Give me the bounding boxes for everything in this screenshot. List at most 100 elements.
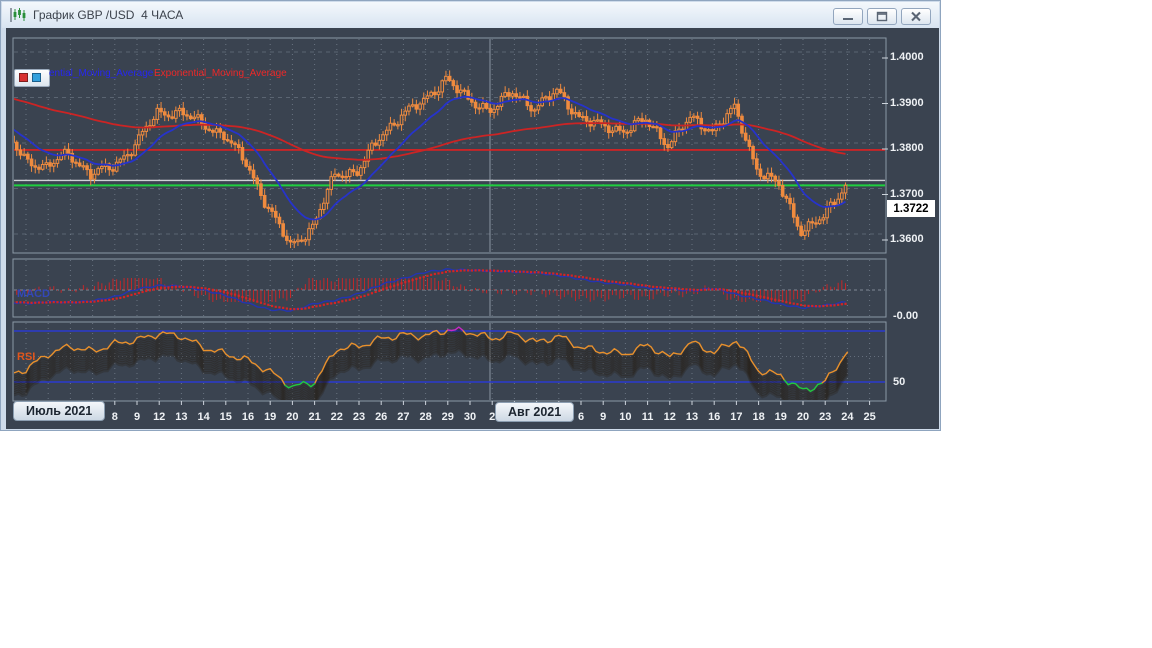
candle bbox=[425, 95, 430, 100]
candle bbox=[710, 129, 715, 132]
macd-signal-dot bbox=[333, 301, 337, 305]
restore-button[interactable] bbox=[867, 8, 897, 25]
macd-signal-dot bbox=[541, 271, 544, 274]
macd-signal-dot bbox=[677, 287, 681, 290]
macd-signal-dot bbox=[618, 281, 621, 284]
candle bbox=[259, 183, 263, 196]
macd-signal-dot bbox=[611, 280, 614, 283]
candle bbox=[155, 107, 160, 120]
macd-signal-dot bbox=[156, 287, 159, 290]
candle bbox=[788, 197, 792, 205]
macd-signal-dot bbox=[322, 303, 325, 306]
macd-signal-dot bbox=[585, 276, 588, 279]
window-title: График GBP /USD 4 ЧАСА bbox=[33, 8, 184, 22]
macd-signal-dot bbox=[289, 307, 292, 311]
candle bbox=[270, 207, 274, 212]
macd-axis-value: -0.00 bbox=[893, 310, 919, 322]
candle bbox=[514, 93, 519, 98]
macd-signal-dot bbox=[792, 302, 795, 305]
macd-signal-dot bbox=[211, 288, 214, 291]
macd-signal-dot bbox=[489, 269, 492, 272]
candle bbox=[614, 125, 618, 132]
candle bbox=[322, 202, 326, 211]
candle bbox=[137, 134, 141, 146]
macd-signal-dot bbox=[696, 288, 699, 292]
macd-signal-dot bbox=[811, 304, 814, 308]
candle bbox=[481, 102, 485, 109]
candle bbox=[329, 176, 334, 190]
macd-signal-dot bbox=[167, 286, 170, 289]
macd-signal-dot bbox=[518, 270, 522, 273]
macd-signal-dot bbox=[463, 269, 466, 272]
date-tick-label: 23 bbox=[819, 411, 832, 423]
blue-swatch-button[interactable] bbox=[32, 73, 41, 82]
macd-signal-dot bbox=[330, 302, 333, 305]
macd-signal-dot bbox=[714, 288, 718, 291]
price-tick-label: 1.3800 bbox=[890, 142, 924, 154]
candle bbox=[555, 88, 559, 95]
candle bbox=[410, 104, 415, 107]
macd-signal-dot bbox=[581, 276, 584, 279]
candle bbox=[784, 195, 789, 199]
candle bbox=[111, 169, 115, 172]
macd-signal-dot bbox=[818, 305, 821, 308]
macd-signal-dot bbox=[574, 275, 577, 278]
macd-signal-dot bbox=[592, 278, 596, 281]
candle bbox=[544, 96, 548, 99]
macd-signal-dot bbox=[596, 278, 599, 281]
ma-color-toolbar[interactable] bbox=[14, 69, 50, 87]
candle bbox=[603, 123, 607, 127]
macd-signal-dot bbox=[370, 292, 374, 295]
macd-signal-dot bbox=[570, 274, 573, 277]
candle bbox=[621, 129, 626, 133]
macd-signal-dot bbox=[348, 298, 351, 301]
macd-signal-dot bbox=[363, 294, 366, 297]
macd-signal-dot bbox=[119, 296, 122, 300]
macd-signal-dot bbox=[807, 304, 810, 308]
macd-signal-dot bbox=[711, 288, 714, 291]
candle bbox=[77, 162, 82, 167]
macd-signal-dot bbox=[537, 271, 540, 274]
window-titlebar[interactable]: График GBP /USD 4 ЧАСА bbox=[2, 2, 939, 28]
candle bbox=[88, 169, 93, 180]
candle bbox=[521, 95, 526, 99]
macd-signal-dot bbox=[60, 301, 63, 304]
macd-signal-dot bbox=[707, 288, 710, 291]
fast-ema-legend-label: ential_Moving_Average bbox=[49, 68, 154, 79]
macd-signal-dot bbox=[552, 272, 555, 275]
month-button-july[interactable]: Июль 2021 bbox=[13, 401, 106, 421]
month-button-august[interactable]: Авг 2021 bbox=[495, 402, 575, 422]
macd-signal-dot bbox=[196, 286, 200, 289]
red-swatch-button[interactable] bbox=[19, 73, 28, 82]
chart-canvas[interactable] bbox=[1, 28, 940, 430]
candle bbox=[384, 129, 389, 136]
candle bbox=[174, 110, 178, 119]
macd-signal-dot bbox=[485, 269, 488, 272]
macd-signal-dot bbox=[304, 307, 307, 310]
close-button[interactable] bbox=[901, 8, 931, 25]
candle bbox=[347, 169, 352, 177]
macd-signal-dot bbox=[137, 291, 140, 295]
candle bbox=[758, 168, 763, 177]
candle bbox=[762, 175, 766, 180]
minimize-button[interactable] bbox=[833, 8, 863, 25]
candle bbox=[451, 80, 456, 87]
candle bbox=[396, 124, 400, 127]
candle bbox=[669, 141, 674, 149]
macd-signal-dot bbox=[426, 274, 429, 278]
candle bbox=[488, 107, 493, 113]
macd-signal-dot bbox=[45, 301, 48, 304]
candle bbox=[388, 122, 393, 131]
macd-signal-dot bbox=[415, 277, 418, 280]
macd-signal-dot bbox=[259, 301, 263, 304]
candle bbox=[37, 166, 41, 170]
macd-signal-dot bbox=[448, 270, 451, 273]
date-tick-label: 20 bbox=[796, 411, 810, 423]
date-tick-label: 14 bbox=[197, 411, 210, 423]
candle bbox=[229, 140, 234, 144]
macd-signal-dot bbox=[111, 298, 115, 301]
chart-client-area[interactable]: ential_Moving_Average Exponential_Moving… bbox=[1, 28, 940, 430]
candle bbox=[595, 119, 600, 122]
macd-signal-dot bbox=[270, 304, 274, 308]
macd-signal-dot bbox=[803, 304, 806, 307]
